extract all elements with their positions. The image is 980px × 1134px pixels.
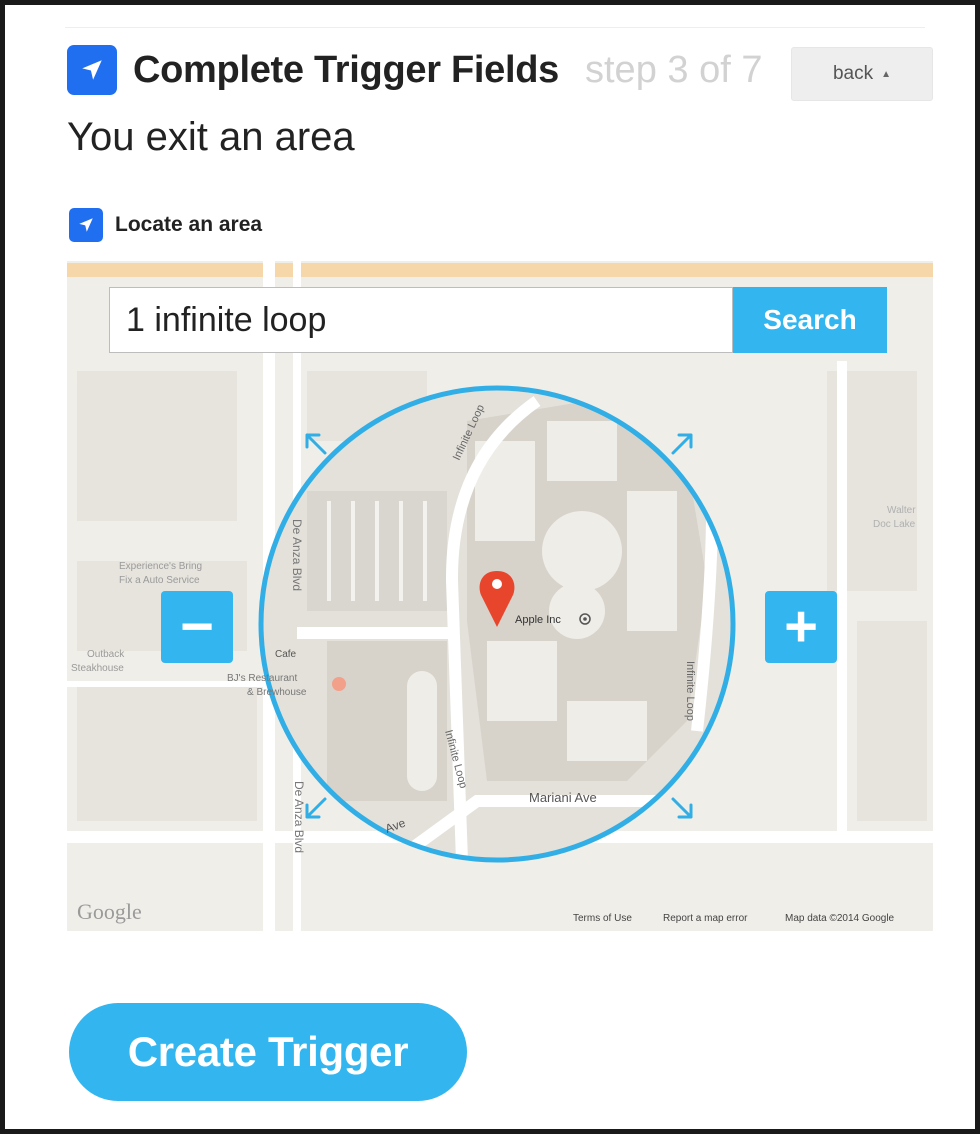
create-trigger-button[interactable]: Create Trigger	[69, 1003, 467, 1101]
caret-up-icon: ▲	[881, 68, 892, 80]
place-label-cafe: Cafe	[275, 649, 297, 660]
place-label-brewhouse: & Brewhouse	[247, 687, 307, 698]
map-data-attribution: Map data ©2014 Google	[785, 913, 895, 924]
top-divider	[65, 27, 925, 28]
place-label-outback: Outback	[87, 649, 125, 660]
street-label-de-anza: De Anza Blvd	[290, 519, 304, 591]
location-arrow-icon	[69, 208, 103, 242]
place-label-doc-lake: Doc Lake	[873, 519, 916, 530]
field-label: Locate an area	[115, 213, 263, 236]
place-label-fix-auto: Fix a Auto Service	[119, 575, 200, 586]
report-map-error-link[interactable]: Report a map error	[663, 913, 747, 924]
location-arrow-icon	[67, 45, 117, 95]
search-button[interactable]: Search	[733, 287, 887, 353]
place-label-experience: Experience's Bring	[119, 561, 202, 572]
step-indicator: step 3 of 7	[585, 49, 763, 91]
street-label-de-anza-lower: De Anza Blvd	[292, 781, 306, 853]
page-title: Complete Trigger Fields	[133, 49, 559, 91]
location-search-input[interactable]	[109, 287, 733, 353]
terms-of-use-link[interactable]: Terms of Use	[573, 913, 632, 924]
google-logo: Google	[77, 899, 142, 924]
back-button-label: back	[832, 63, 874, 84]
back-button[interactable]: back ▲	[791, 47, 933, 101]
place-label-walter: Walter	[887, 505, 916, 516]
street-label-infinite-loop-east: Infinite Loop	[684, 661, 696, 721]
street-label-mariani: Mariani Ave	[529, 790, 597, 805]
place-label-steakhouse: Steakhouse	[71, 663, 124, 674]
zoom-out-button[interactable]: −	[161, 591, 233, 663]
place-label-bjs: BJ's Restaurant	[227, 673, 297, 684]
marker-label: Apple Inc	[515, 614, 561, 626]
zoom-in-button[interactable]: +	[765, 591, 837, 663]
window-frame: Complete Trigger Fields step 3 of 7 back…	[0, 0, 980, 1134]
map-area[interactable]: Apple Inc Mariani Ave Ave De Anza Blvd D…	[67, 261, 933, 931]
trigger-name: You exit an area	[67, 115, 355, 159]
minus-icon: −	[180, 594, 214, 659]
plus-icon: +	[784, 594, 818, 659]
